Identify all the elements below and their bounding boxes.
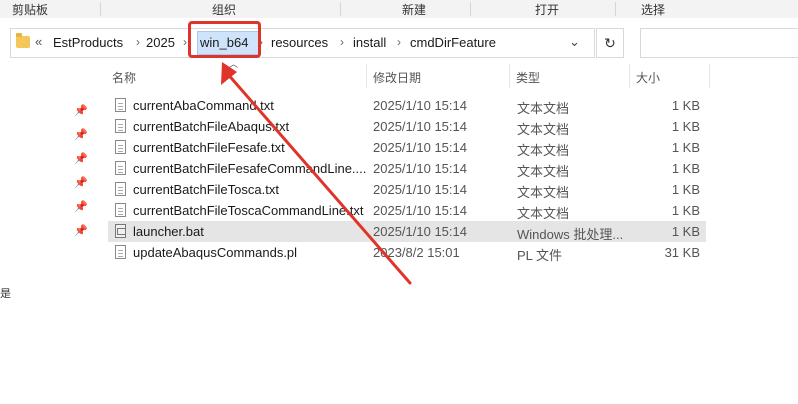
file-modified: 2025/1/10 15:14 — [373, 119, 467, 134]
refresh-button[interactable]: ↻ — [596, 28, 624, 58]
file-size: 1 KB — [671, 182, 700, 197]
ribbon-group-select[interactable]: 选择 — [641, 1, 665, 18]
address-bar[interactable]: « EstProducts › 2025 › win_b64 › resourc… — [10, 28, 595, 58]
ribbon-group-labels: 剪贴板 组织 新建 打开 选择 — [0, 0, 798, 19]
address-dropdown-icon[interactable]: ⌄ — [569, 34, 580, 50]
search-input[interactable] — [640, 28, 798, 58]
file-size: 31 KB — [664, 245, 700, 260]
file-row[interactable]: currentBatchFileFesafeCommandLine.... 20… — [108, 158, 706, 179]
file-type: PL 文件 — [517, 248, 563, 263]
crumb-resources[interactable]: resources — [271, 35, 328, 50]
text-file-icon — [115, 245, 126, 259]
text-file-icon — [115, 182, 126, 196]
file-row[interactable]: currentAbaCommand.txt 2025/1/10 15:14 文本… — [108, 95, 706, 116]
file-size: 1 KB — [671, 161, 700, 176]
pin-icon[interactable]: 📌 — [74, 128, 88, 142]
column-name[interactable]: 名称 — [112, 69, 136, 86]
file-name: currentBatchFileAbaqus.txt — [133, 119, 290, 134]
file-type: Windows 批处理... — [517, 227, 624, 242]
crumb-separator-icon[interactable]: › — [397, 35, 401, 49]
folder-icon — [16, 33, 30, 48]
file-row-selected[interactable]: launcher.bat 2025/1/10 15:14 Windows 批处理… — [108, 221, 706, 242]
crumb-estproducts[interactable]: EstProducts — [53, 35, 123, 50]
file-size: 1 KB — [671, 203, 700, 218]
file-modified: 2025/1/10 15:14 — [373, 203, 467, 218]
file-type: 文本文档 — [517, 101, 570, 116]
file-name: launcher.bat — [133, 224, 204, 239]
crumb-install[interactable]: install — [353, 35, 386, 50]
file-modified: 2025/1/10 15:14 — [373, 161, 467, 176]
file-type: 文本文档 — [517, 185, 570, 200]
text-file-icon — [115, 98, 126, 112]
crumb-separator-icon[interactable]: › — [340, 35, 344, 49]
column-header: 名称 修改日期 类型 大小 — [100, 64, 710, 88]
file-type: 文本文档 — [517, 206, 570, 221]
file-modified: 2025/1/10 15:14 — [373, 224, 467, 239]
file-size: 1 KB — [671, 140, 700, 155]
file-name: currentAbaCommand.txt — [133, 98, 274, 113]
file-type: 文本文档 — [517, 164, 570, 179]
pin-icon[interactable]: 📌 — [74, 224, 88, 238]
column-type[interactable]: 类型 — [516, 69, 540, 86]
file-row[interactable]: currentBatchFileAbaqus.txt 2025/1/10 15:… — [108, 116, 706, 137]
crumb-separator-icon[interactable]: › — [136, 35, 140, 49]
pin-icon[interactable]: 📌 — [74, 152, 88, 166]
file-name: currentBatchFileFesafeCommandLine.... — [133, 161, 367, 176]
file-row[interactable]: currentBatchFileTosca.txt 2025/1/10 15:1… — [108, 179, 706, 200]
batch-file-icon — [115, 224, 126, 238]
file-row[interactable]: currentBatchFileFesafe.txt 2025/1/10 15:… — [108, 137, 706, 158]
file-modified: 2025/1/10 15:14 — [373, 140, 467, 155]
nav-pane-fragment: 是 — [0, 288, 11, 300]
file-row[interactable]: updateAbaqusCommands.pl 2023/8/2 15:01 P… — [108, 242, 706, 263]
file-modified: 2025/1/10 15:14 — [373, 182, 467, 197]
text-file-icon — [115, 203, 126, 217]
pin-icon[interactable]: 📌 — [74, 176, 88, 190]
ribbon-group-clipboard[interactable]: 剪贴板 — [12, 1, 48, 18]
file-name: currentBatchFileTosca.txt — [133, 182, 279, 197]
file-size: 1 KB — [671, 224, 700, 239]
crumb-cmddirfeature[interactable]: cmdDirFeature — [410, 35, 496, 50]
pin-icon[interactable]: 📌 — [74, 104, 88, 118]
column-size[interactable]: 大小 — [636, 69, 660, 86]
text-file-icon — [115, 140, 126, 154]
ribbon-group-open[interactable]: 打开 — [535, 1, 559, 18]
file-type: 文本文档 — [517, 143, 570, 158]
overflow-chevron[interactable]: « — [35, 34, 42, 49]
address-row: « EstProducts › 2025 › win_b64 › resourc… — [0, 18, 798, 64]
pin-icon[interactable]: 📌 — [74, 200, 88, 214]
file-row[interactable]: currentBatchFileToscaCommandLine.txt 202… — [108, 200, 706, 221]
file-name: currentBatchFileToscaCommandLine.txt — [133, 203, 364, 218]
ribbon-group-organize[interactable]: 组织 — [212, 1, 236, 18]
file-size: 1 KB — [671, 119, 700, 134]
file-modified: 2025/1/10 15:14 — [373, 98, 467, 113]
crumb-2025[interactable]: 2025 — [146, 35, 175, 50]
file-modified: 2023/8/2 15:01 — [373, 245, 460, 260]
file-name: currentBatchFileFesafe.txt — [133, 140, 285, 155]
file-size: 1 KB — [671, 98, 700, 113]
text-file-icon — [115, 119, 126, 133]
file-name: updateAbaqusCommands.pl — [133, 245, 298, 260]
highlight-annotation-box — [188, 21, 261, 58]
text-file-icon — [115, 161, 126, 175]
crumb-separator-icon[interactable]: › — [183, 35, 187, 49]
ribbon-group-new[interactable]: 新建 — [402, 1, 426, 18]
file-type: 文本文档 — [517, 122, 570, 137]
column-modified[interactable]: 修改日期 — [373, 69, 421, 86]
